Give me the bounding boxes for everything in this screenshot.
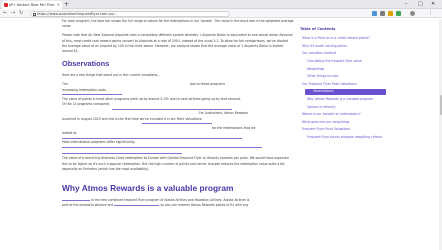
list-item: . For Australians, Atmos Rewards launche… — [62, 111, 248, 121]
toc-link[interactable]: Weightings — [300, 67, 386, 72]
reload-button[interactable]: ↻ — [19, 9, 23, 18]
list-item: The value of a round-trip Business Class… — [62, 156, 289, 171]
site-favicon-icon — [4, 3, 8, 7]
toc-link[interactable]: Our valuation method — [300, 51, 386, 56]
minimize-button[interactable]: – — [405, 0, 408, 9]
close-window-button[interactable]: ✕ — [431, 0, 435, 9]
toc-link[interactable]: What goes into our weightings — [300, 120, 386, 125]
address-bar-row: ← → ↻ https://www.australianfrequentflye… — [0, 9, 442, 18]
new-tab-button[interactable]: + — [64, 0, 69, 9]
profile-avatar[interactable] — [410, 11, 415, 16]
forward-button[interactable]: → — [11, 9, 15, 18]
toc-link[interactable]: Our Frequent Flyer Point Valuations — [300, 82, 386, 87]
toc-title: Table of Contents — [300, 27, 336, 31]
maximize-button[interactable]: □ — [418, 0, 423, 9]
page-content: For each program, the blue bar shows the… — [0, 19, 442, 250]
list-item: The value of points in most other progra… — [62, 96, 241, 107]
article-body: For each program, the blue bar shows the… — [62, 19, 294, 212]
toc-link[interactable]: Why Atmos Rewards is a valuable program — [300, 97, 386, 102]
tab-title: AP+ Hacked: Piper Perl Price — [9, 3, 55, 7]
toc-link-active[interactable]: Observations — [305, 89, 386, 95]
back-button[interactable]: ← — [3, 9, 7, 18]
table-of-contents: Table of Contents What is a Point as in … — [300, 27, 386, 143]
extension-icon[interactable] — [388, 11, 393, 16]
atmos-paragraph: is the new combined frequent flyer progr… — [62, 197, 250, 208]
toc-link[interactable]: Why it's worth valuing points — [300, 44, 386, 49]
lock-icon — [33, 12, 36, 16]
observations-intro: Here are a few things that stand out in … — [62, 73, 161, 78]
airpoints-note-paragraph: Please note that Air New Zealand Airpoin… — [62, 33, 293, 54]
browser-tab[interactable]: AP+ Hacked: Piper Perl Price × — [2, 1, 62, 9]
extension-icon[interactable] — [396, 11, 401, 16]
list-item: Most international programs differ signi… — [62, 140, 136, 145]
extension-icon[interactable] — [380, 11, 385, 16]
browser-menu-icon[interactable]: ⋮ — [428, 9, 433, 18]
toc-link[interactable]: Other things to note — [300, 74, 386, 79]
toc-link[interactable]: Calculating the frequent flyer value — [300, 59, 386, 64]
toc-link[interactable]: Qantas vs Velocity — [300, 105, 386, 110]
intro-paragraph: For each program, the blue bar shows the… — [62, 19, 294, 29]
toc-link[interactable]: Where is our 'basket' of redemptions? — [300, 112, 386, 117]
scrollbar-thumb[interactable] — [439, 95, 442, 115]
extension-icon[interactable] — [372, 11, 377, 16]
observations-heading: Observations — [62, 59, 110, 69]
list-item: for the redemptions that we looked at. — [62, 125, 256, 136]
url-input[interactable]: https://www.australianfrequentflyer.com.… — [30, 10, 230, 17]
toc-link[interactable]: Frequent Flyer Point Valuations — [300, 127, 386, 132]
atmos-rewards-heading: Why Atmos Rewards is a valuable program — [62, 182, 234, 193]
toc-link[interactable]: Frequent Flyer points program weighting … — [300, 135, 386, 140]
url-text: https://www.australianfrequentflyer.com.… — [37, 11, 118, 16]
toc-link[interactable]: What is a Point as in a credit reward po… — [300, 36, 386, 41]
tab-bar: AP+ Hacked: Piper Perl Price × + – □ ✕ — [0, 0, 442, 9]
list-item: The due to these programs increasing red… — [62, 82, 226, 92]
tab-close-icon[interactable]: × — [57, 1, 60, 9]
